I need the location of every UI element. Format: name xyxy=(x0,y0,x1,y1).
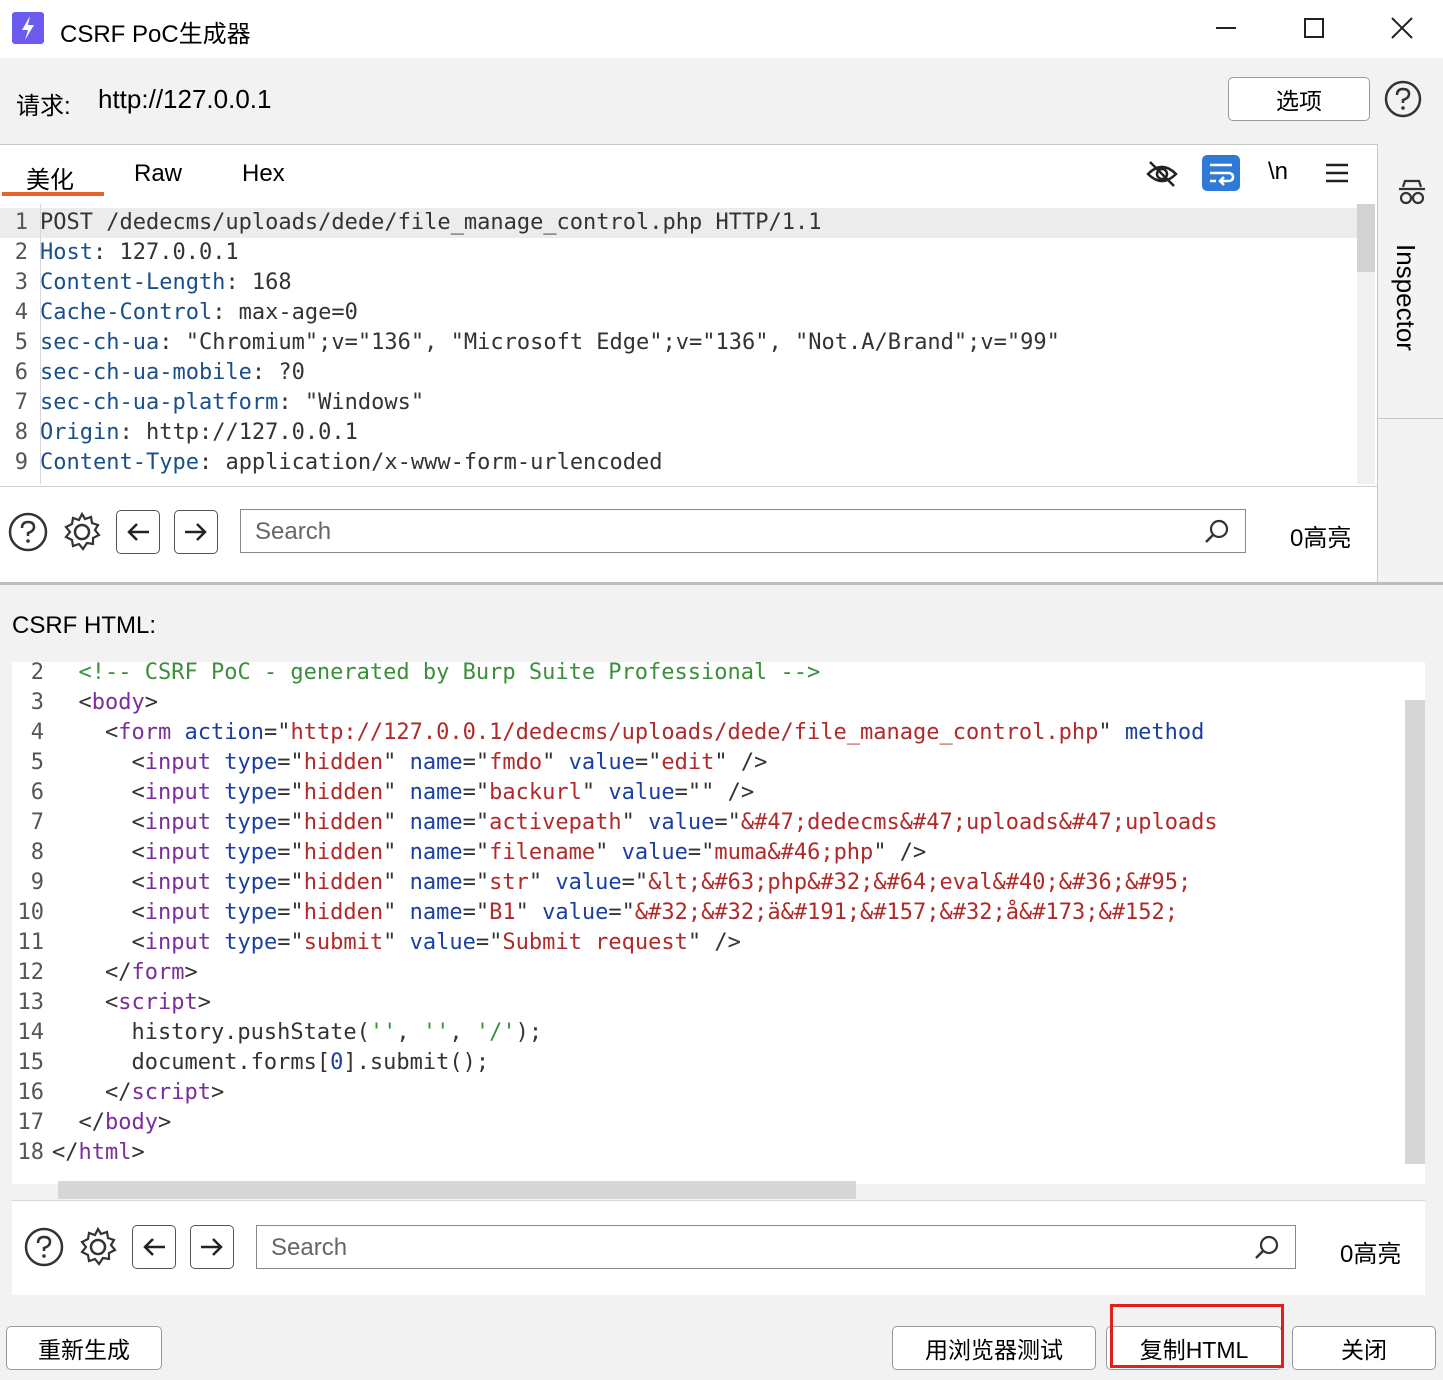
close-icon[interactable] xyxy=(1370,8,1434,48)
inspector-glasses-icon[interactable] xyxy=(1396,176,1428,208)
code-line: 15 document.forms[0].submit(); xyxy=(17,1050,490,1075)
request-line-2: 2 Host: 127.0.0.1 xyxy=(14,240,239,265)
code-line: 14 history.pushState('', '', '/'); xyxy=(17,1020,543,1045)
search-icon xyxy=(1255,1235,1279,1259)
highlight-count: 0高亮 xyxy=(1290,525,1352,552)
code-line: 2 <!-- CSRF PoC - generated by Burp Suit… xyxy=(30,662,821,685)
previous-arrow-icon[interactable] xyxy=(116,510,160,554)
annotation-highlight-box xyxy=(1110,1304,1284,1368)
request-line-9: 9 Content-Type: application/x-www-form-ur… xyxy=(14,450,663,475)
request-line-6: 6 sec-ch-ua-mobile: ?0 xyxy=(14,360,305,385)
search-placeholder: Search xyxy=(255,518,332,545)
code-line: 3 <body> xyxy=(30,690,158,715)
code-line: 13 <script> xyxy=(17,990,211,1015)
request-search-input[interactable]: Search xyxy=(240,509,1246,553)
csrf-vertical-scrollbar[interactable] xyxy=(1405,700,1425,1164)
request-line-5: 5 sec-ch-ua: "Chromium";v="136", "Microso… xyxy=(14,330,1060,355)
burp-app-icon xyxy=(12,12,44,44)
tab-pretty[interactable]: 美化 xyxy=(26,160,74,195)
code-line: 16 </script> xyxy=(17,1080,225,1105)
request-url: http://127.0.0.1 xyxy=(98,84,272,114)
search-placeholder: Search xyxy=(271,1234,348,1261)
help-icon[interactable] xyxy=(22,1225,66,1269)
code-line: 4 <form action="http://127.0.0.1/dedecms… xyxy=(30,720,1205,745)
close-button[interactable]: 关闭 xyxy=(1292,1326,1436,1370)
code-line: 9 <input type="hidden" name="str" value=… xyxy=(30,870,1192,895)
code-line: 10 <input type="hidden" name="B1" value=… xyxy=(17,900,1178,925)
request-line-1: 1 POST /dedecms/uploads/dede/file_manage_… xyxy=(0,208,1357,238)
search-icon xyxy=(1205,519,1229,543)
line-number-gutter xyxy=(40,204,41,484)
code-line: 8 <input type="hidden" name="filename" v… xyxy=(30,840,927,865)
code-line: 7 <input type="hidden" name="activepath"… xyxy=(30,810,1218,835)
request-line-7: 7 sec-ch-ua-platform: "Windows" xyxy=(14,390,425,415)
request-label: 请求: xyxy=(16,93,71,120)
code-line: 6 <input type="hidden" name="backurl" va… xyxy=(30,780,755,805)
inspector-sidebar[interactable] xyxy=(1377,144,1443,582)
request-line-3: 3 Content-Length: 168 xyxy=(14,270,292,295)
code-line: 18 </html> xyxy=(17,1140,145,1165)
help-icon[interactable] xyxy=(1384,80,1422,118)
settings-gear-icon[interactable] xyxy=(60,510,104,554)
help-icon[interactable] xyxy=(6,510,50,554)
maximize-icon[interactable] xyxy=(1282,8,1346,48)
tab-raw[interactable]: Raw xyxy=(134,160,182,188)
request-line-8: 8 Origin: http://127.0.0.1 xyxy=(14,420,358,445)
request-editor[interactable]: 1 POST /dedecms/uploads/dede/file_manage_… xyxy=(0,204,1357,484)
tab-hex[interactable]: Hex xyxy=(242,160,285,188)
active-tab-indicator xyxy=(2,192,104,196)
menu-icon[interactable] xyxy=(1324,160,1350,186)
test-in-browser-button[interactable]: 用浏览器测试 xyxy=(892,1326,1096,1370)
csrf-html-label: CSRF HTML: xyxy=(12,612,156,639)
next-arrow-icon[interactable] xyxy=(174,510,218,554)
newline-icon[interactable]: \n xyxy=(1268,158,1288,186)
code-line: 11 <input type="submit" value="Submit re… xyxy=(17,930,741,955)
hide-icon[interactable] xyxy=(1144,156,1180,192)
csrf-horizontal-scrollbar[interactable] xyxy=(58,1181,856,1199)
csrf-html-editor[interactable]: 2 <!-- CSRF PoC - generated by Burp Suit… xyxy=(12,662,1425,1184)
code-line: 12 </form> xyxy=(17,960,198,985)
csrf-search-input[interactable]: Search xyxy=(256,1225,1296,1269)
next-arrow-icon[interactable] xyxy=(190,1225,234,1269)
inspector-divider xyxy=(1377,418,1443,419)
inspector-tab[interactable]: Inspector xyxy=(1390,244,1421,351)
wrap-icon[interactable] xyxy=(1202,155,1240,191)
settings-gear-icon[interactable] xyxy=(76,1225,120,1269)
window-title: CSRF PoC生成器 xyxy=(60,21,251,48)
minimize-icon[interactable] xyxy=(1194,8,1258,48)
previous-arrow-icon[interactable] xyxy=(132,1225,176,1269)
code-line: 17 </body> xyxy=(17,1110,172,1135)
highlight-count: 0高亮 xyxy=(1340,1241,1402,1268)
request-line-4: 4 Cache-Control: max-age=0 xyxy=(14,300,358,325)
options-button[interactable]: 选项 xyxy=(1228,77,1370,121)
regenerate-button[interactable]: 重新生成 xyxy=(6,1326,162,1370)
code-line: 5 <input type="hidden" name="fmdo" value… xyxy=(30,750,768,775)
request-scrollbar-thumb[interactable] xyxy=(1357,204,1375,272)
